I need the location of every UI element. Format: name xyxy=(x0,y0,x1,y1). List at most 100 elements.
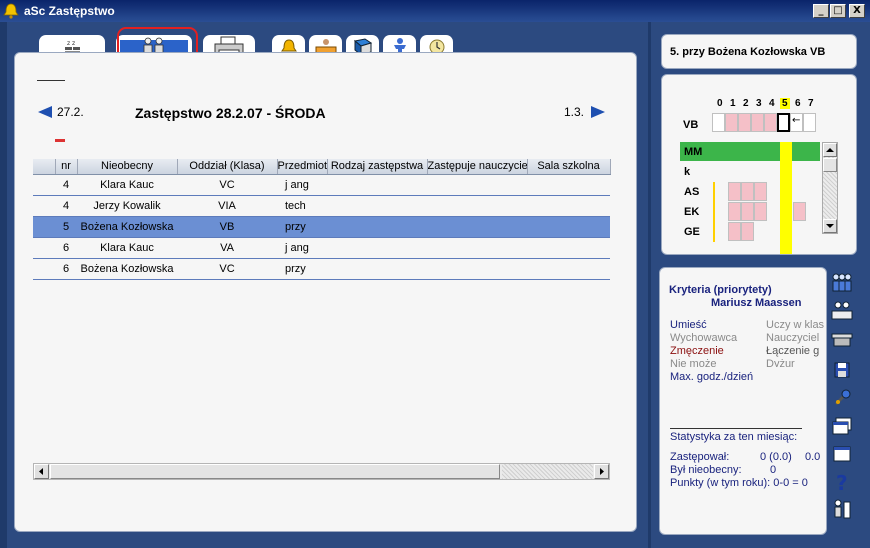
main-content: 27.2. Zastępstwo 28.2.07 - ŚRODA 1.3. nr… xyxy=(14,52,637,532)
criteria-uczy[interactable]: Uczy w klas xyxy=(766,319,824,331)
teacher-header: 5. przy Bożena Kozłowska VB xyxy=(661,34,857,69)
arrow-left-icon: ← xyxy=(792,115,801,126)
cell-subject: przy xyxy=(277,216,327,238)
criteria-teacher: Mariusz Maassen xyxy=(711,297,802,309)
table-header-row: nr Nieobecny Oddział (Klasa) Przedmiot R… xyxy=(33,159,611,175)
next-day-arrow-icon[interactable] xyxy=(591,106,605,118)
criteria-card: Kryteria (priorytety) Mariusz Maassen Um… xyxy=(659,267,827,535)
exit-button[interactable] xyxy=(830,498,854,522)
cell-subject: j ang xyxy=(277,174,327,196)
help-button[interactable]: ? xyxy=(830,470,854,495)
period-number-highlight: 5 xyxy=(780,98,790,109)
scroll-thumb[interactable] xyxy=(823,158,837,172)
red-marker xyxy=(55,139,65,142)
substitution-table: nr Nieobecny Oddział (Klasa) Przedmiot R… xyxy=(33,159,611,280)
windows-button[interactable] xyxy=(830,414,854,438)
stats-byl-label: Był nieobecny: xyxy=(670,464,742,476)
prev-day-label[interactable]: 27.2. xyxy=(57,105,84,119)
teachers-group-icon xyxy=(832,273,852,292)
save-button[interactable] xyxy=(830,358,854,382)
cell-type xyxy=(327,195,427,217)
scroll-up-icon[interactable] xyxy=(823,143,837,157)
desk-table-icon xyxy=(831,333,853,347)
scroll-left-icon[interactable] xyxy=(34,464,49,479)
substitution-panel: z z 27.2. Zastępstwo 28.2.07 - ŚRODA 1.3… xyxy=(7,22,648,548)
row-header-corner xyxy=(33,159,56,175)
floppy-disk-icon xyxy=(834,362,850,378)
period-highlight-column xyxy=(780,142,792,254)
mini-timetable: 0 1 2 3 4 5 6 7 VB ← MM k AS EK GE xyxy=(661,74,857,255)
question-mark-icon: ? xyxy=(836,471,848,495)
column-header[interactable]: Nieobecny xyxy=(77,159,178,175)
cell-absent: Bożena Kozłowska xyxy=(77,216,177,238)
period-number: 2 xyxy=(743,98,749,109)
cell-substitute xyxy=(427,216,527,238)
detail-panel: 5. przy Bożena Kozłowska VB 0 1 2 3 4 5 … xyxy=(651,22,870,548)
criteria-wychowawca[interactable]: Wychowawca xyxy=(670,332,737,344)
tools-button[interactable] xyxy=(830,386,854,410)
column-header[interactable]: Rodzaj zastępstwa xyxy=(327,159,428,175)
teacher-list[interactable]: MM k AS EK GE xyxy=(680,142,820,254)
teachers-group-button[interactable] xyxy=(830,272,854,296)
minimize-button[interactable]: _ xyxy=(813,4,829,18)
next-day-label[interactable]: 1.3. xyxy=(564,105,584,119)
cell-substitute xyxy=(427,258,527,280)
scroll-right-icon[interactable] xyxy=(594,464,609,479)
criteria-nie-moze[interactable]: Nie może xyxy=(670,358,716,370)
scroll-track[interactable] xyxy=(502,464,593,479)
table-row[interactable]: 6 Bożena Kozłowska VC przy xyxy=(33,258,610,280)
cell-type xyxy=(327,237,427,259)
criteria-right-column: Uczy w klas Nauczyciel Łączenie g Dyżur xyxy=(766,319,826,367)
cell-room xyxy=(527,258,610,280)
cell-class: VC xyxy=(177,258,277,280)
period-number: 6 xyxy=(795,98,801,109)
maximize-button[interactable]: □ xyxy=(830,4,846,18)
criteria-umiesc[interactable]: Umieść xyxy=(670,319,707,331)
criteria-nauczyciel[interactable]: Nauczyciel xyxy=(766,332,819,344)
table-row[interactable]: 4 Jerzy Kowalik VIA tech xyxy=(33,195,610,217)
teacher-header-label: 5. przy Bożena Kozłowska VB xyxy=(670,46,826,58)
column-header[interactable]: Oddział (Klasa) xyxy=(177,159,278,175)
desk-table-button[interactable] xyxy=(830,328,854,352)
cell-class: VA xyxy=(177,237,277,259)
close-button[interactable]: X xyxy=(849,4,865,18)
side-toolbar: ? xyxy=(828,272,856,540)
criteria-zmeczenie[interactable]: Zmęczenie xyxy=(670,345,724,357)
svg-text:z z: z z xyxy=(67,40,75,47)
column-header[interactable]: Przedmiot xyxy=(277,159,328,175)
stats-punkty: Punkty (w tym roku): 0-0 = 0 xyxy=(670,477,808,489)
window-button[interactable] xyxy=(830,442,854,466)
bell-icon xyxy=(3,3,19,19)
table-row[interactable]: 6 Klara Kauc VA j ang xyxy=(33,237,610,259)
current-period-cell[interactable] xyxy=(777,113,790,132)
scroll-thumb[interactable] xyxy=(50,464,500,479)
criteria-laczenie[interactable]: Łączenie g xyxy=(766,345,819,357)
cell-room xyxy=(527,174,610,196)
column-header[interactable]: Zastępuje nauczyciel xyxy=(427,159,528,175)
vertical-scrollbar[interactable] xyxy=(822,142,838,234)
cell-substitute xyxy=(427,237,527,259)
cell-room xyxy=(527,195,610,217)
teachers-pair-button[interactable] xyxy=(830,300,854,324)
cell-type xyxy=(327,258,427,280)
cell-room xyxy=(527,237,610,259)
teachers-pair-icon xyxy=(831,301,853,320)
column-header[interactable]: nr xyxy=(55,159,78,175)
cell-type xyxy=(327,216,427,238)
cell-type xyxy=(327,174,427,196)
cell-nr: 6 xyxy=(55,237,77,259)
prev-day-arrow-icon[interactable] xyxy=(38,106,52,118)
criteria-dyzur[interactable]: Dyżur xyxy=(766,358,795,367)
horizontal-scrollbar[interactable] xyxy=(33,463,610,480)
table-row-selected[interactable]: 5 Bożena Kozłowska VB przy xyxy=(33,216,610,238)
cell-class: VC xyxy=(177,174,277,196)
table-row[interactable]: 4 Klara Kauc VC j ang xyxy=(33,174,610,196)
scroll-down-icon[interactable] xyxy=(823,219,837,233)
criteria-max-godz[interactable]: Max. godz./dzień xyxy=(670,371,753,383)
window-frame: z z 27.2. Zastępstwo 28.2.07 - ŚRODA 1.3… xyxy=(0,22,870,548)
column-header[interactable]: Sala szkolna xyxy=(527,159,611,175)
cell-substitute xyxy=(427,195,527,217)
period-number: 0 xyxy=(717,98,723,109)
criteria-title: Kryteria (priorytety) xyxy=(669,284,772,296)
cell-subject: tech xyxy=(277,195,327,217)
